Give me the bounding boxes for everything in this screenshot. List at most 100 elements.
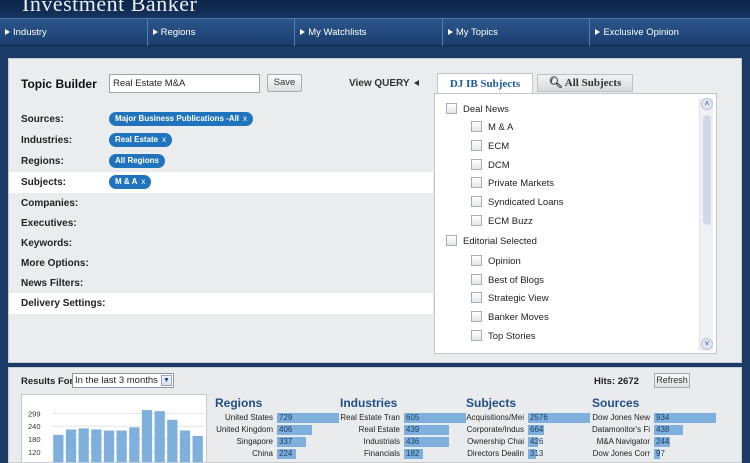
- checkbox[interactable]: [471, 310, 482, 322]
- nav-my-watchlists[interactable]: My Watchlists: [295, 19, 443, 46]
- checkbox[interactable]: [471, 291, 482, 303]
- facet-row[interactable]: Dow Jones Corr 97: [592, 449, 716, 459]
- facet-row[interactable]: Singapore 337: [215, 437, 339, 447]
- checkbox[interactable]: [471, 120, 482, 132]
- refresh-button[interactable]: Refresh: [654, 373, 690, 388]
- scroll-up-icon[interactable]: ˄: [701, 98, 713, 110]
- criteria-row-industries[interactable]: Industries: Real Estate x: [9, 130, 433, 151]
- remove-icon[interactable]: x: [162, 135, 166, 144]
- tree-scrollbar[interactable]: ˄ ˅: [699, 98, 713, 351]
- tree-item-m-a[interactable]: M & A: [471, 120, 513, 135]
- chart-bar[interactable]: [78, 428, 89, 463]
- tree-item-strategic-view[interactable]: Strategic View: [471, 291, 549, 306]
- search-icon: 🔍︎: [548, 77, 563, 89]
- tree-item-label: Strategic View: [488, 293, 549, 304]
- criteria-row-keywords[interactable]: Keywords:: [9, 233, 433, 253]
- checkbox[interactable]: [471, 195, 482, 207]
- chart-bar[interactable]: [167, 419, 178, 463]
- facet-row[interactable]: Dow Jones New 934: [592, 413, 716, 423]
- nav-regions[interactable]: Regions: [148, 19, 296, 46]
- remove-icon[interactable]: x: [243, 114, 247, 123]
- facet-row[interactable]: China 224: [215, 449, 339, 459]
- criteria-label: Regions:: [21, 156, 64, 167]
- checkbox[interactable]: [471, 176, 482, 188]
- facet-row[interactable]: Directors Dealin 313: [466, 449, 590, 459]
- facet-item-count: 97: [656, 449, 665, 458]
- chart-bar[interactable]: [141, 410, 153, 463]
- tree-item-private-markets[interactable]: Private Markets: [471, 176, 554, 191]
- chart-bar[interactable]: [192, 435, 203, 463]
- tab-dj-ib-subjects[interactable]: DJ IB Subjects: [437, 73, 533, 93]
- tree-item-ecm-buzz[interactable]: ECM Buzz: [471, 214, 533, 229]
- remove-icon[interactable]: x: [141, 177, 145, 186]
- filter-pill[interactable]: Major Business Publications -All x: [109, 112, 254, 126]
- filter-pill[interactable]: Real Estate x: [109, 133, 173, 147]
- facet-title: Industries: [340, 396, 398, 410]
- criteria-row-companies[interactable]: Companies:: [9, 193, 433, 213]
- checkbox[interactable]: [471, 329, 482, 341]
- tree-item-top-stories[interactable]: Top Stories: [471, 329, 536, 344]
- chart-bar[interactable]: [179, 430, 191, 463]
- filter-pill[interactable]: All Regions: [109, 154, 166, 168]
- chart-bar[interactable]: [53, 434, 64, 463]
- scroll-thumb[interactable]: [703, 115, 711, 225]
- facet-item-name: Directors Dealin: [467, 449, 524, 458]
- chart-bar[interactable]: [116, 430, 127, 463]
- criteria-row-sources[interactable]: Sources: Major Business Publications -Al…: [9, 109, 433, 130]
- criteria-row-regions[interactable]: Regions: All Regions: [9, 151, 433, 172]
- tab-all-subjects[interactable]: 🔍︎ All Subjects: [537, 74, 633, 92]
- checkbox[interactable]: [471, 214, 482, 226]
- facet-row[interactable]: Ownership Chai 426: [466, 437, 590, 447]
- tree-item-label: Deal News: [463, 104, 509, 115]
- view-query-toggle[interactable]: View QUERY: [349, 78, 419, 89]
- facet-row[interactable]: Financials 182: [340, 449, 466, 459]
- topic-name-input[interactable]: Real Estate M&A: [109, 74, 260, 93]
- facet-row[interactable]: Real Estate 439: [340, 425, 466, 435]
- facet-row[interactable]: Industrials 436: [340, 437, 466, 447]
- tree-item-deal-news[interactable]: Deal News: [446, 102, 509, 117]
- checkbox[interactable]: [446, 234, 457, 246]
- criteria-row-delivery-settings[interactable]: Delivery Settings:: [9, 293, 433, 314]
- facet-row[interactable]: Acquisitions/Mei 2576: [466, 413, 590, 423]
- pill-label: M & A: [115, 177, 138, 186]
- tree-item-banker-moves[interactable]: Banker Moves: [471, 310, 549, 325]
- scroll-down-icon[interactable]: ˅: [701, 338, 713, 350]
- checkbox[interactable]: [446, 102, 457, 114]
- tree-item-opinion[interactable]: Opinion: [471, 254, 521, 269]
- tree-item-syndicated-loans[interactable]: Syndicated Loans: [471, 195, 564, 210]
- criteria-row-subjects[interactable]: Subjects: M & Ax: [9, 172, 433, 193]
- facet-row[interactable]: United States 729: [215, 413, 339, 423]
- facet-row[interactable]: M&A Navigator 244: [592, 437, 716, 447]
- chart-bar[interactable]: [65, 429, 77, 463]
- criteria-row-executives[interactable]: Executives:: [9, 213, 433, 233]
- chart-bar[interactable]: [91, 429, 102, 463]
- checkbox[interactable]: [471, 139, 482, 151]
- nav-label: My Watchlists: [308, 27, 367, 38]
- checkbox[interactable]: [471, 273, 482, 285]
- nav-exclusive-opinion[interactable]: Exclusive Opinion: [590, 19, 750, 46]
- nav-industry[interactable]: Industry: [0, 19, 148, 46]
- chart-bar[interactable]: [103, 430, 115, 463]
- checkbox[interactable]: [471, 158, 482, 170]
- nav-label: My Topics: [455, 27, 498, 38]
- criteria-row-more-options[interactable]: More Options:: [9, 253, 433, 273]
- tree-item-best-of-blogs[interactable]: Best of Blogs: [471, 273, 544, 288]
- criteria-label: Industries:: [21, 135, 73, 146]
- filter-pill[interactable]: M & Ax: [109, 175, 152, 189]
- criteria-row-news-filters[interactable]: News Filters:: [9, 273, 433, 293]
- facet-row[interactable]: Corporate/Indus 664: [466, 425, 590, 435]
- facet-row[interactable]: Real Estate Tran 605: [340, 413, 466, 423]
- facet-row[interactable]: United Kingdom 406: [215, 425, 339, 435]
- tree-item-dcm[interactable]: DCM: [471, 158, 510, 173]
- save-button[interactable]: Save: [267, 74, 302, 92]
- chart-bar[interactable]: [154, 411, 165, 463]
- facet-item-name: Singapore: [236, 437, 273, 446]
- facet-row[interactable]: Datamonitor's Fi 438: [592, 425, 716, 435]
- app-title: Investment Banker: [22, 0, 198, 16]
- chart-bar[interactable]: [129, 427, 140, 463]
- checkbox[interactable]: [471, 254, 482, 266]
- tree-item-editorial-selected[interactable]: Editorial Selected: [446, 234, 537, 249]
- tree-item-ecm[interactable]: ECM: [471, 139, 509, 154]
- nav-my-topics[interactable]: My Topics: [443, 19, 591, 46]
- period-select[interactable]: In the last 3 months ▼: [72, 373, 174, 388]
